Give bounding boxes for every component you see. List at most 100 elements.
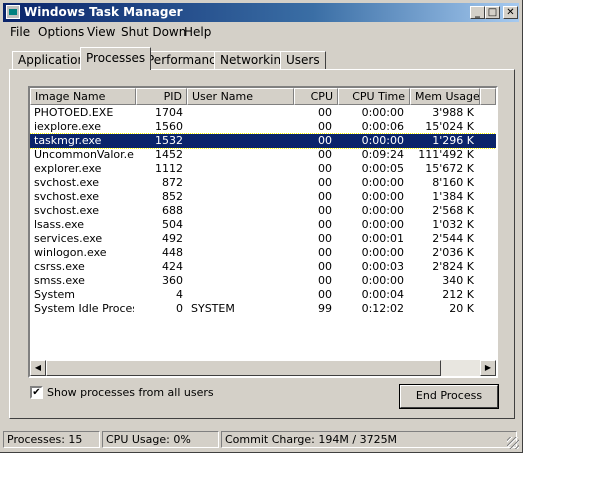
cell-cpu-time: 0:00:00	[361, 134, 404, 147]
menu-view[interactable]: View	[87, 25, 115, 39]
show-all-users-label[interactable]: Show processes from all users	[47, 386, 214, 399]
resize-grip-icon[interactable]	[507, 437, 519, 449]
menu-shut-down[interactable]: Shut Down	[121, 25, 186, 39]
tab-strip: Applications Processes Performance Netwo…	[1, 47, 523, 71]
cell-cpu: 00	[318, 260, 332, 273]
cell-pid: 1704	[155, 106, 183, 119]
cell-mem-usage: 1'296 K	[432, 134, 474, 147]
window-title: Windows Task Manager	[24, 5, 183, 19]
cell-user-name	[191, 204, 291, 218]
status-processes: Processes: 15	[3, 431, 100, 448]
table-row[interactable]: svchost.exe 872 00 0:00:00 8'160 K	[30, 176, 496, 190]
cell-image-name: smss.exe	[34, 274, 85, 287]
tab-users[interactable]: Users	[280, 51, 326, 69]
menu-help[interactable]: Help	[184, 25, 211, 39]
cell-cpu-time: 0:00:00	[361, 204, 404, 217]
cell-pid: 4	[176, 288, 183, 301]
table-row[interactable]: lsass.exe 504 00 0:00:00 1'032 K	[30, 218, 496, 232]
column-cpu[interactable]: CPU	[294, 88, 338, 105]
table-row[interactable]: PHOTOED.EXE 1704 00 0:00:00 3'988 K	[30, 106, 496, 120]
table-row[interactable]: winlogon.exe 448 00 0:00:00 2'036 K	[30, 246, 496, 260]
table-row[interactable]: svchost.exe 688 00 0:00:00 2'568 K	[30, 204, 496, 218]
cell-cpu: 00	[318, 246, 332, 259]
table-row[interactable]: smss.exe 360 00 0:00:00 340 K	[30, 274, 496, 288]
cell-pid: 360	[162, 274, 183, 287]
menu-file[interactable]: File	[10, 25, 30, 39]
table-row[interactable]: services.exe 492 00 0:00:01 2'544 K	[30, 232, 496, 246]
table-row[interactable]: System 4 00 0:00:04 212 K	[30, 288, 496, 302]
cell-cpu: 00	[318, 274, 332, 287]
cell-cpu: 00	[318, 232, 332, 245]
table-row[interactable]: taskmgr.exe 1532 00 0:00:00 1'296 K	[30, 133, 496, 149]
cell-mem-usage: 3'988 K	[432, 106, 474, 119]
cell-cpu-time: 0:00:00	[361, 190, 404, 203]
cell-mem-usage: 2'568 K	[432, 204, 474, 217]
column-user-name[interactable]: User Name	[187, 88, 294, 105]
cell-cpu-time: 0:00:03	[361, 260, 404, 273]
cell-user-name	[191, 106, 291, 120]
cell-mem-usage: 8'160 K	[432, 176, 474, 189]
cell-user-name	[191, 246, 291, 260]
cell-cpu-time: 0:12:02	[361, 302, 404, 315]
cell-pid: 424	[162, 260, 183, 273]
end-process-button[interactable]: End Process	[399, 384, 499, 409]
cell-mem-usage: 15'672 K	[425, 162, 474, 175]
table-row[interactable]: svchost.exe 852 00 0:00:00 1'384 K	[30, 190, 496, 204]
column-mem-usage[interactable]: Mem Usage	[410, 88, 480, 105]
show-all-users-checkbox[interactable]: ✔	[30, 386, 43, 399]
table-row[interactable]: csrss.exe 424 00 0:00:03 2'824 K	[30, 260, 496, 274]
cell-user-name	[191, 260, 291, 274]
cell-image-name: services.exe	[34, 232, 103, 245]
cell-mem-usage: 2'824 K	[432, 260, 474, 273]
cell-image-name: iexplore.exe	[34, 120, 101, 133]
cell-pid: 0	[176, 302, 183, 315]
cell-pid: 1532	[155, 134, 183, 147]
horizontal-scrollbar[interactable]: ◀ ▶	[30, 360, 496, 376]
cell-mem-usage: 1'384 K	[432, 190, 474, 203]
cell-cpu: 00	[318, 204, 332, 217]
cell-image-name: svchost.exe	[34, 190, 100, 203]
cell-user-name	[191, 176, 291, 190]
table-row[interactable]: explorer.exe 1112 00 0:00:05 15'672 K	[30, 162, 496, 176]
tab-processes[interactable]: Processes	[80, 47, 152, 70]
scroll-left-icon[interactable]: ◀	[30, 360, 46, 376]
maximize-button[interactable]: □	[485, 6, 500, 19]
cell-image-name: lsass.exe	[34, 218, 84, 231]
cell-image-name: winlogon.exe	[34, 246, 107, 259]
title-bar[interactable]: Windows Task Manager _ □ ✕	[3, 3, 519, 22]
cell-pid: 492	[162, 232, 183, 245]
cell-cpu-time: 0:00:00	[361, 246, 404, 259]
cell-mem-usage: 212 K	[442, 288, 474, 301]
column-image-name[interactable]: Image Name	[30, 88, 136, 105]
minimize-button[interactable]: _	[470, 6, 485, 19]
cell-pid: 448	[162, 246, 183, 259]
table-row[interactable]: UncommonValor.exe 1452 00 0:09:24 111'492 K	[30, 148, 496, 162]
column-pid[interactable]: PID	[136, 88, 187, 105]
close-button[interactable]: ✕	[503, 6, 518, 19]
cell-user-name	[191, 288, 291, 302]
process-list[interactable]: Image Name PID User Name CPU CPU Time Me…	[28, 86, 498, 378]
cell-mem-usage: 111'492 K	[418, 148, 474, 161]
cell-image-name: svchost.exe	[34, 176, 100, 189]
cell-cpu-time: 0:00:00	[361, 176, 404, 189]
cell-mem-usage: 2'544 K	[432, 232, 474, 245]
cell-cpu-time: 0:00:00	[361, 218, 404, 231]
table-row[interactable]: iexplore.exe 1560 00 0:00:06 15'024 K	[30, 120, 496, 134]
status-bar: Processes: 15 CPU Usage: 0% Commit Charg…	[3, 431, 519, 449]
cell-cpu: 00	[318, 106, 332, 119]
cell-image-name: taskmgr.exe	[34, 134, 102, 147]
cell-cpu: 00	[318, 288, 332, 301]
status-commit-charge: Commit Charge: 194M / 3725M	[221, 431, 517, 448]
scroll-thumb[interactable]	[46, 360, 441, 376]
table-row[interactable]: System Idle Process 0 SYSTEM 99 0:12:02 20 K	[30, 302, 496, 316]
column-cpu-time[interactable]: CPU Time	[338, 88, 410, 105]
scroll-right-icon[interactable]: ▶	[480, 360, 496, 376]
cell-cpu: 99	[318, 302, 332, 315]
cell-mem-usage: 15'024 K	[425, 120, 474, 133]
cell-pid: 872	[162, 176, 183, 189]
cell-pid: 1452	[155, 148, 183, 161]
menu-options[interactable]: Options	[38, 25, 84, 39]
cell-cpu: 00	[318, 190, 332, 203]
cell-user-name	[191, 162, 291, 176]
cell-cpu: 00	[318, 120, 332, 133]
